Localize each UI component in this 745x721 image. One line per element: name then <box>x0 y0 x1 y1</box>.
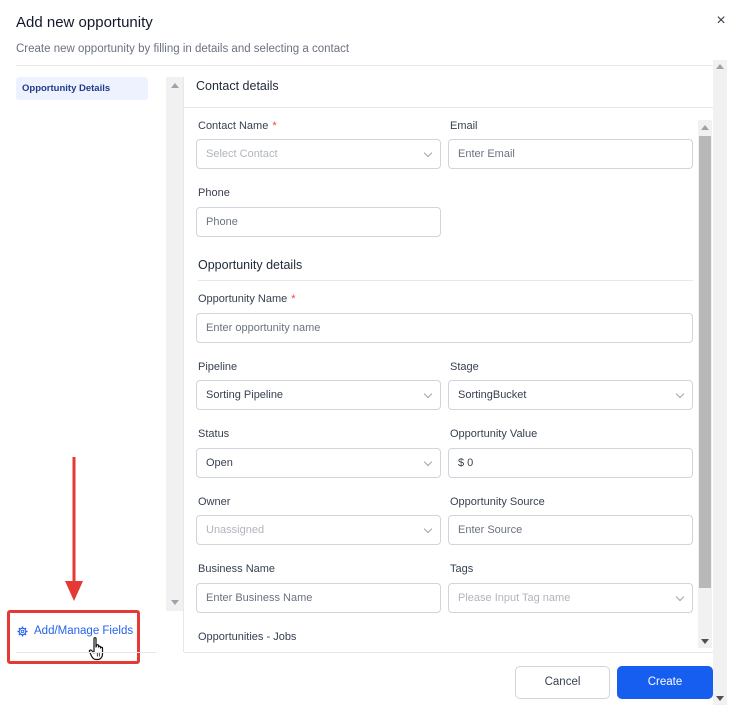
sidebar-footer-divider <box>16 652 156 653</box>
contact-name-placeholder: Select Contact <box>206 148 278 160</box>
opportunity-name-label: Opportunity Name * <box>198 293 296 305</box>
modal-title: Add new opportunity <box>16 14 153 31</box>
chevron-down-icon <box>423 148 433 158</box>
section-divider <box>198 280 693 281</box>
add-manage-fields-link[interactable]: Add/Manage Fields <box>17 624 133 638</box>
header-divider <box>16 65 713 66</box>
status-select[interactable]: Open <box>196 448 441 478</box>
modal-subtitle: Create new opportunity by filling in det… <box>16 43 350 55</box>
stage-label: Stage <box>450 361 479 373</box>
scroll-up-arrow-icon[interactable] <box>716 64 724 69</box>
sidebar-scrollbar[interactable] <box>166 77 183 611</box>
scroll-up-arrow-icon[interactable] <box>701 125 709 130</box>
stage-select[interactable]: SortingBucket <box>448 380 693 410</box>
gear-icon <box>17 625 28 637</box>
scroll-down-arrow-icon[interactable] <box>171 600 179 605</box>
required-mark: * <box>291 293 296 305</box>
panel-divider <box>183 77 184 652</box>
chevron-down-icon <box>675 592 685 602</box>
opportunity-source-field[interactable]: Enter Source <box>448 515 693 545</box>
annotation-arrow-icon <box>65 457 83 601</box>
section-title-opportunity-details: Opportunity details <box>198 258 303 272</box>
scroll-up-arrow-icon[interactable] <box>171 83 179 88</box>
pipeline-select[interactable]: Sorting Pipeline <box>196 380 441 410</box>
chevron-down-icon <box>675 389 685 399</box>
contact-name-select[interactable]: Select Contact <box>196 139 441 169</box>
add-manage-fields-label: Add/Manage Fields <box>34 625 134 637</box>
tags-placeholder: Please Input Tag name <box>458 592 571 604</box>
scrollbar-thumb[interactable] <box>699 136 711 588</box>
status-value: Open <box>206 457 233 469</box>
opportunity-value-field[interactable]: $ 0 <box>448 448 693 478</box>
owner-label: Owner <box>198 496 231 508</box>
opportunity-name-field[interactable]: Enter opportunity name <box>196 313 693 343</box>
close-icon[interactable]: × <box>712 12 730 30</box>
opportunity-value-label: Opportunity Value <box>450 428 538 440</box>
email-label: Email <box>450 120 478 132</box>
opportunity-source-label: Opportunity Source <box>450 496 545 508</box>
sidebar-item-opportunity-details[interactable]: Opportunity Details <box>16 77 148 100</box>
modal-scrollbar[interactable] <box>713 60 727 705</box>
footer-divider <box>184 652 713 653</box>
contact-name-label-text: Contact Name <box>198 120 269 132</box>
chevron-down-icon <box>423 389 433 399</box>
add-opportunity-modal: Add new opportunity Create new opportuni… <box>0 0 745 721</box>
owner-select[interactable]: Unassigned <box>196 515 441 545</box>
contact-name-label: Contact Name * <box>198 120 277 132</box>
chevron-down-icon <box>423 524 433 534</box>
business-name-label: Business Name <box>198 563 276 575</box>
scroll-down-arrow-icon[interactable] <box>716 696 724 701</box>
scroll-down-arrow-icon[interactable] <box>701 639 709 644</box>
owner-placeholder: Unassigned <box>206 524 265 536</box>
tags-label: Tags <box>450 563 474 575</box>
phone-field[interactable]: Phone <box>196 207 441 237</box>
opportunities-jobs-label: Opportunities - Jobs <box>198 631 297 643</box>
tags-select[interactable]: Please Input Tag name <box>448 583 693 613</box>
phone-label: Phone <box>198 187 230 199</box>
opportunity-name-label-text: Opportunity Name <box>198 293 288 305</box>
pipeline-label: Pipeline <box>198 361 238 373</box>
pipeline-value: Sorting Pipeline <box>206 389 284 401</box>
stage-value: SortingBucket <box>458 389 527 401</box>
required-mark: * <box>272 120 277 132</box>
hand-cursor-icon <box>88 637 104 661</box>
form-scrollbar[interactable] <box>698 120 712 648</box>
section-divider <box>184 107 713 108</box>
business-name-field[interactable]: Enter Business Name <box>196 583 441 613</box>
email-field[interactable]: Enter Email <box>448 139 693 169</box>
cancel-button[interactable]: Cancel <box>515 666 610 699</box>
create-button[interactable]: Create <box>617 666 713 699</box>
status-label: Status <box>198 428 230 440</box>
section-title-contact-details: Contact details <box>196 79 279 93</box>
chevron-down-icon <box>423 457 433 467</box>
